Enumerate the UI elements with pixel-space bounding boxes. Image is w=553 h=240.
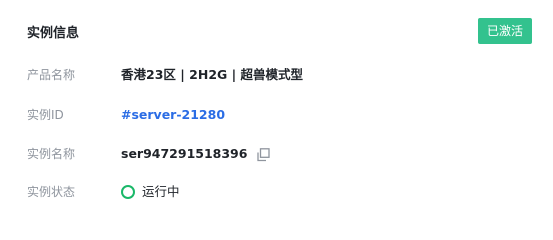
panel-title: 实例信息 xyxy=(27,26,80,41)
instance-name-value: ser947291518396 xyxy=(121,146,248,161)
instance-status-value-group: 运行中 xyxy=(121,181,180,203)
instance-id-link[interactable]: #server-21280 xyxy=(121,104,225,126)
instance-info-panel: 实例信息 已激活 产品名称 香港23区 | 2H2G | 超兽模式型 实例ID … xyxy=(0,0,553,215)
instance-name-row: 实例名称 ser947291518396 xyxy=(27,143,271,165)
instance-status-label: 实例状态 xyxy=(27,185,76,199)
instance-id-row: 实例ID #server-21280 xyxy=(27,104,225,126)
running-status-icon xyxy=(121,185,135,199)
instance-id-label: 实例ID xyxy=(27,108,64,122)
instance-status-value: 运行中 xyxy=(142,184,180,199)
instance-name-label: 实例名称 xyxy=(27,147,76,161)
product-name-value: 香港23区 | 2H2G | 超兽模式型 xyxy=(121,67,304,82)
instance-name-value-group: ser947291518396 xyxy=(121,143,271,165)
instance-status-row: 实例状态 运行中 xyxy=(27,181,180,203)
product-name-row: 产品名称 香港23区 | 2H2G | 超兽模式型 xyxy=(27,64,303,86)
product-name-label: 产品名称 xyxy=(27,68,76,82)
activated-status-tag: 已激活 xyxy=(478,18,532,44)
copy-icon[interactable] xyxy=(256,147,271,162)
